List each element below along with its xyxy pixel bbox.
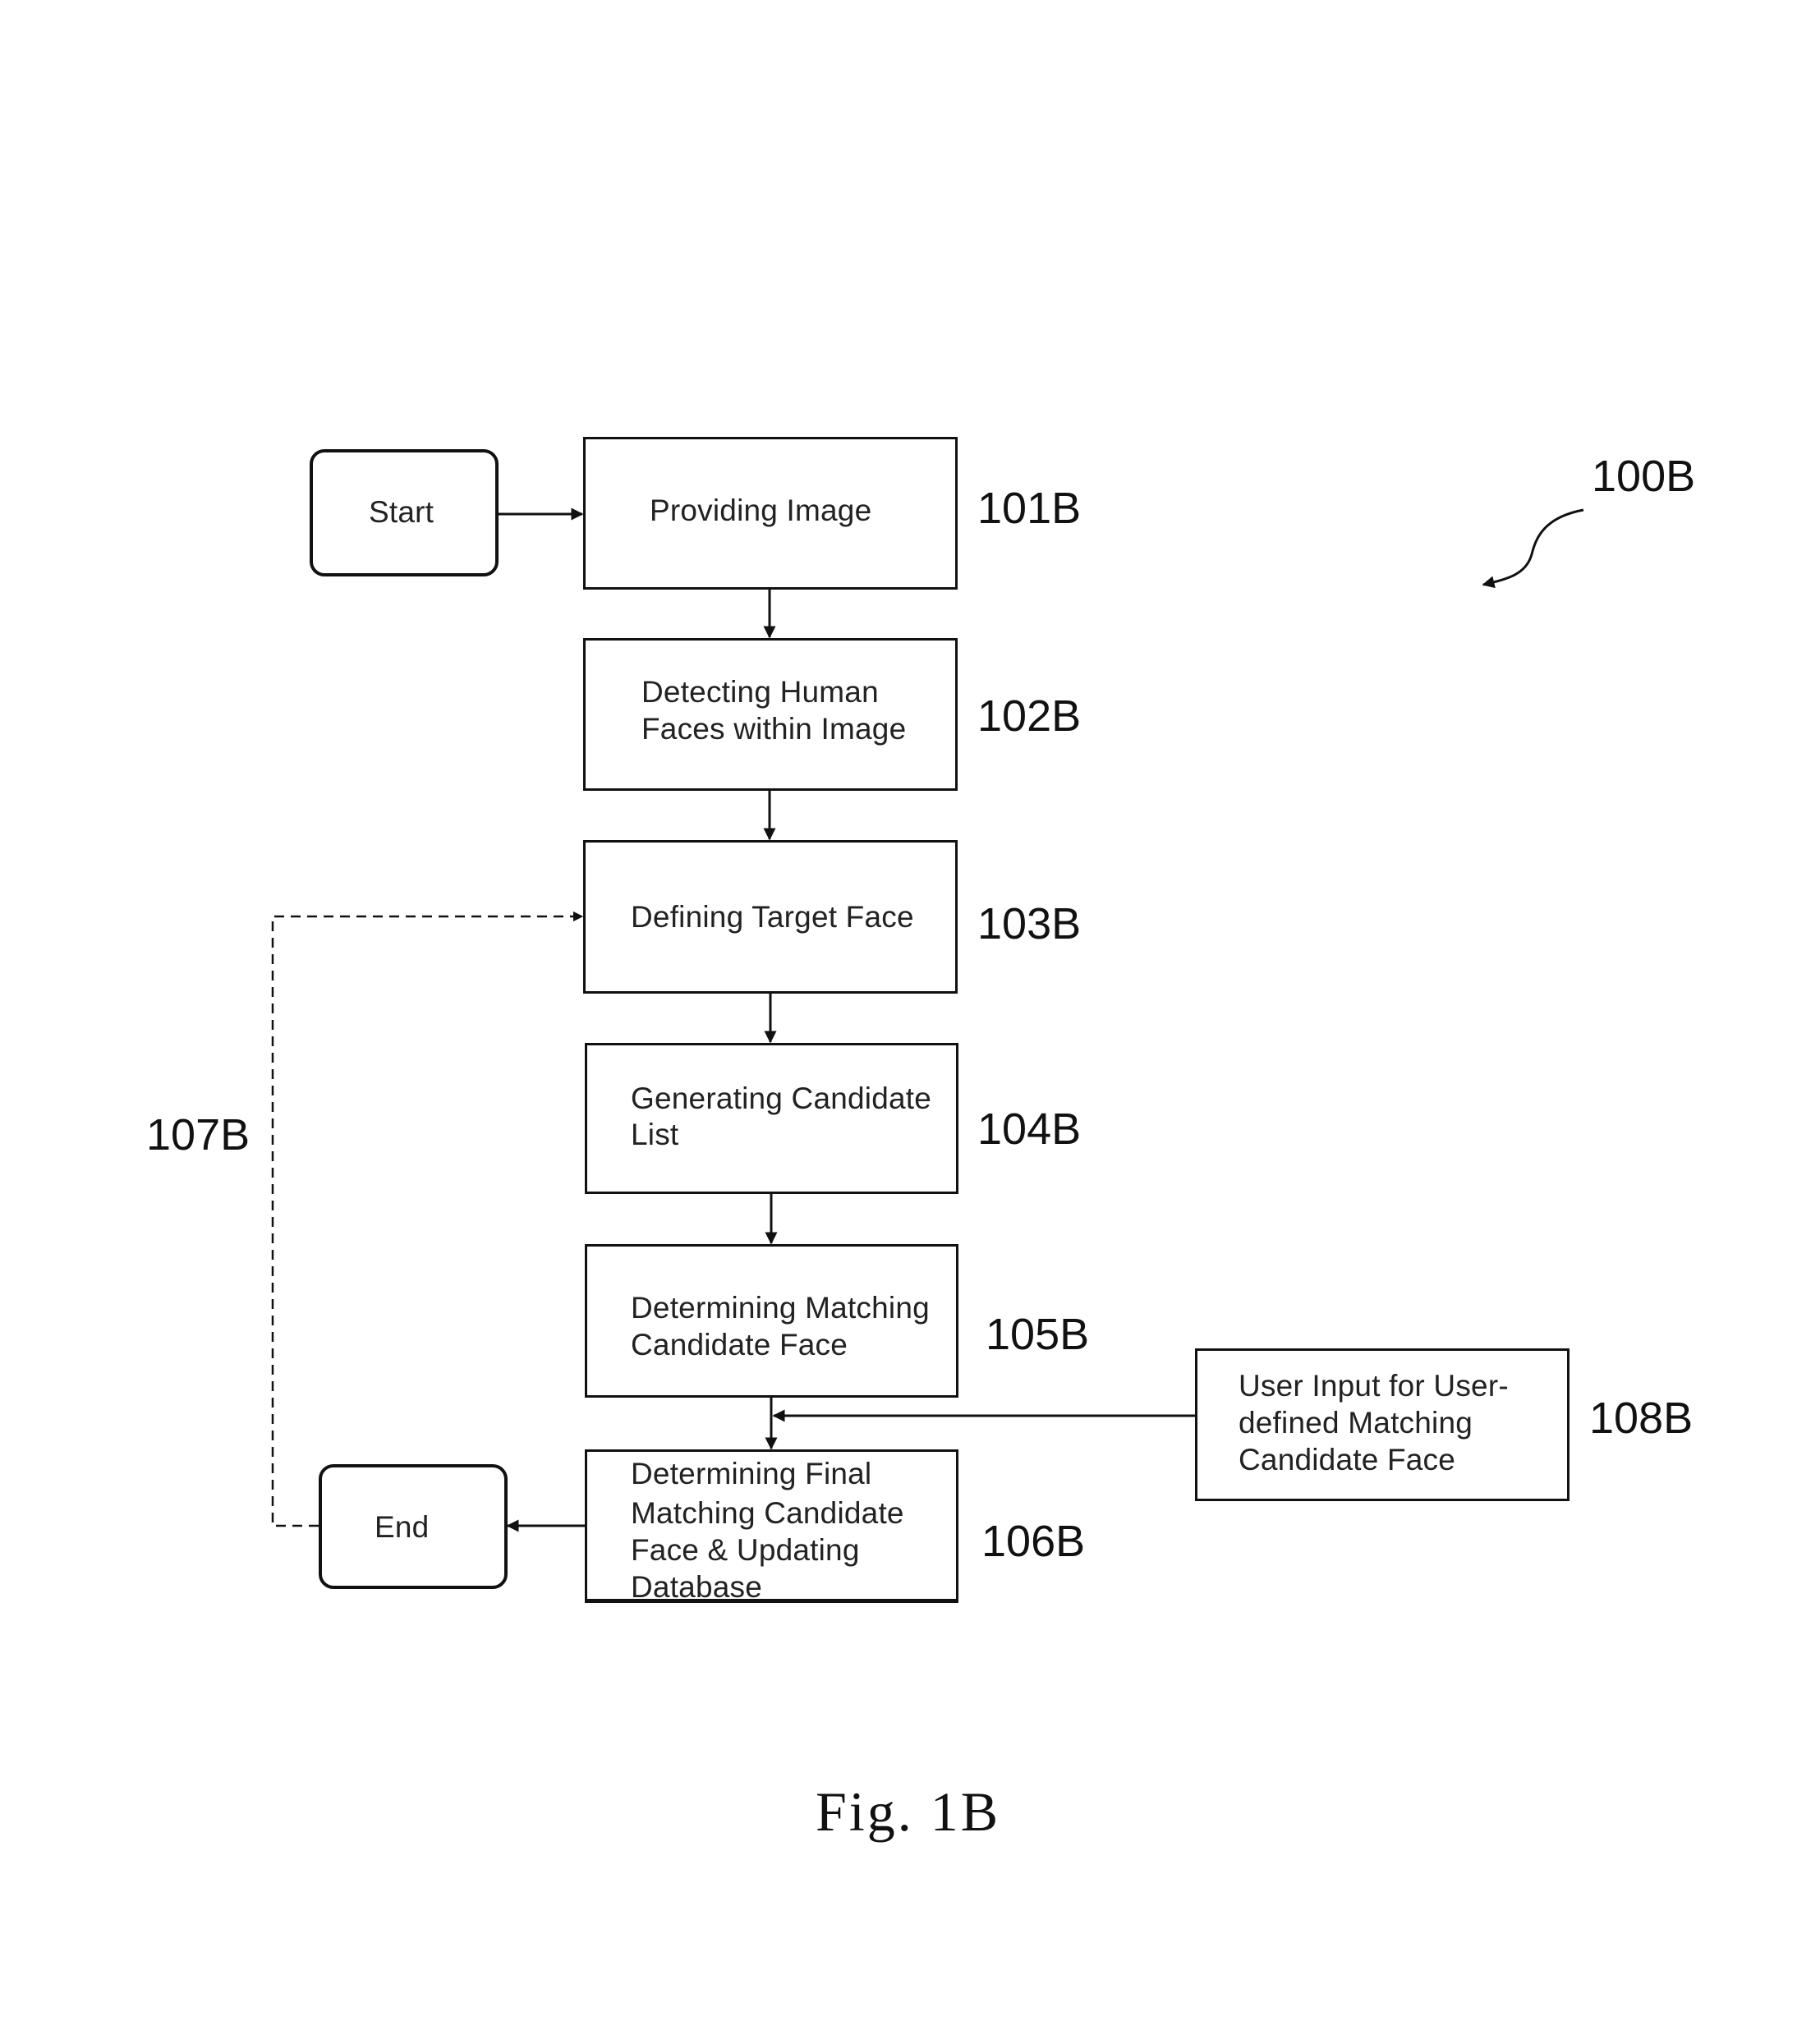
step-box-102b: Detecting Human Faces within Image bbox=[583, 638, 958, 791]
step-ref-label: 104B bbox=[977, 1104, 1082, 1154]
step-ref-label: 101B bbox=[977, 484, 1082, 533]
figure-ref-label: 100B bbox=[1592, 452, 1696, 501]
step-text-line: List bbox=[631, 1118, 679, 1151]
user-input-text-line: defined Matching bbox=[1239, 1406, 1473, 1440]
step-text-line: Determining Matching bbox=[631, 1291, 930, 1325]
user-input-text-line: User Input for User- bbox=[1239, 1369, 1509, 1403]
step-ref-label: 103B bbox=[977, 899, 1082, 948]
end-label: End bbox=[375, 1510, 430, 1544]
connectors-layer bbox=[271, 507, 1584, 1532]
step-text-line: Candidate Face bbox=[631, 1328, 848, 1362]
step-ref-label: 102B bbox=[977, 691, 1082, 741]
step-text-line: Matching Candidate bbox=[631, 1496, 904, 1530]
user-input-ref-label: 108B bbox=[1589, 1394, 1694, 1443]
start-label: Start bbox=[369, 495, 434, 529]
step-text-line: Providing Image bbox=[650, 494, 872, 527]
step-box-103b: Defining Target Face bbox=[583, 840, 958, 994]
step-text-line: Generating Candidate bbox=[631, 1081, 932, 1115]
step-text-line: Determining Final bbox=[631, 1457, 872, 1490]
end-terminal: End bbox=[319, 1464, 508, 1589]
step-ref-label: 106B bbox=[981, 1517, 1086, 1566]
step-box-105b: Determining Matching Candidate Face bbox=[585, 1244, 958, 1398]
start-terminal: Start bbox=[310, 449, 499, 576]
step-ref-label: 105B bbox=[986, 1310, 1090, 1359]
step-text-line: Database bbox=[631, 1570, 762, 1604]
step-text-line: Detecting Human bbox=[641, 675, 879, 709]
figure-pointer-arrow bbox=[1482, 508, 1584, 589]
step-text-line: Face & Updating bbox=[631, 1533, 860, 1567]
step-text-line: Faces within Image bbox=[641, 712, 907, 746]
user-input-text-line: Candidate Face bbox=[1239, 1443, 1456, 1476]
step-text-line: Defining Target Face bbox=[631, 900, 914, 934]
loop-ref-label: 107B bbox=[146, 1110, 250, 1160]
figure-caption: Fig. 1B bbox=[816, 1780, 1001, 1843]
loop-107b-dashed-arrow bbox=[271, 911, 584, 1527]
step-box-104b: Generating Candidate List bbox=[585, 1043, 958, 1194]
flowchart-canvas: Start End Providing Image 101B Detecting… bbox=[0, 0, 1820, 2039]
user-input-box-108b: User Input for User- defined Matching Ca… bbox=[1195, 1348, 1570, 1501]
step-box-101b: Providing Image bbox=[583, 437, 958, 590]
step-box-106b: Determining Final Matching Candidate Fac… bbox=[585, 1449, 958, 1604]
